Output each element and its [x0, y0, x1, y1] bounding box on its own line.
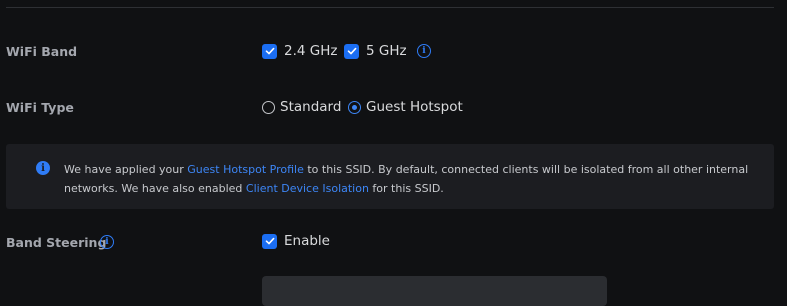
next-setting-field[interactable] [262, 276, 607, 306]
wifi-band-5ghz-label: 5 GHz [366, 43, 407, 59]
radio-unchecked-icon [262, 100, 275, 114]
check-icon [262, 43, 277, 59]
section-divider [6, 7, 774, 8]
notice-text: We have applied your Guest Hotspot Profi… [64, 163, 749, 195]
info-icon[interactable]: i [417, 44, 431, 58]
wifi-type-standard-radio[interactable]: Standard [262, 99, 341, 115]
wifi-band-2-4ghz-label: 2.4 GHz [284, 43, 338, 59]
wifi-band-5ghz-checkbox[interactable]: 5 GHz [344, 43, 407, 59]
info-icon[interactable]: i [100, 235, 114, 249]
guest-hotspot-profile-link[interactable]: Guest Hotspot Profile [187, 163, 304, 176]
wifi-band-2-4ghz-checkbox[interactable]: 2.4 GHz [262, 43, 337, 59]
wifi-type-guest-hotspot-label: Guest Hotspot [366, 99, 463, 115]
check-icon [262, 233, 277, 249]
wifi-type-standard-label: Standard [280, 99, 342, 115]
wifi-type-label: WiFi Type [6, 100, 74, 115]
check-icon [344, 43, 359, 59]
band-steering-enable-label: Enable [284, 233, 330, 249]
band-steering-enable-checkbox[interactable]: Enable [262, 233, 330, 249]
band-steering-label: Band Steering [6, 235, 107, 250]
wifi-band-label: WiFi Band [6, 44, 78, 59]
client-device-isolation-link[interactable]: Client Device Isolation [246, 182, 369, 195]
info-icon: i [36, 161, 50, 175]
guest-hotspot-notice: i We have applied your Guest Hotspot Pro… [6, 144, 774, 209]
wifi-type-guest-hotspot-radio[interactable]: Guest Hotspot [348, 99, 463, 115]
radio-checked-icon [348, 100, 361, 114]
